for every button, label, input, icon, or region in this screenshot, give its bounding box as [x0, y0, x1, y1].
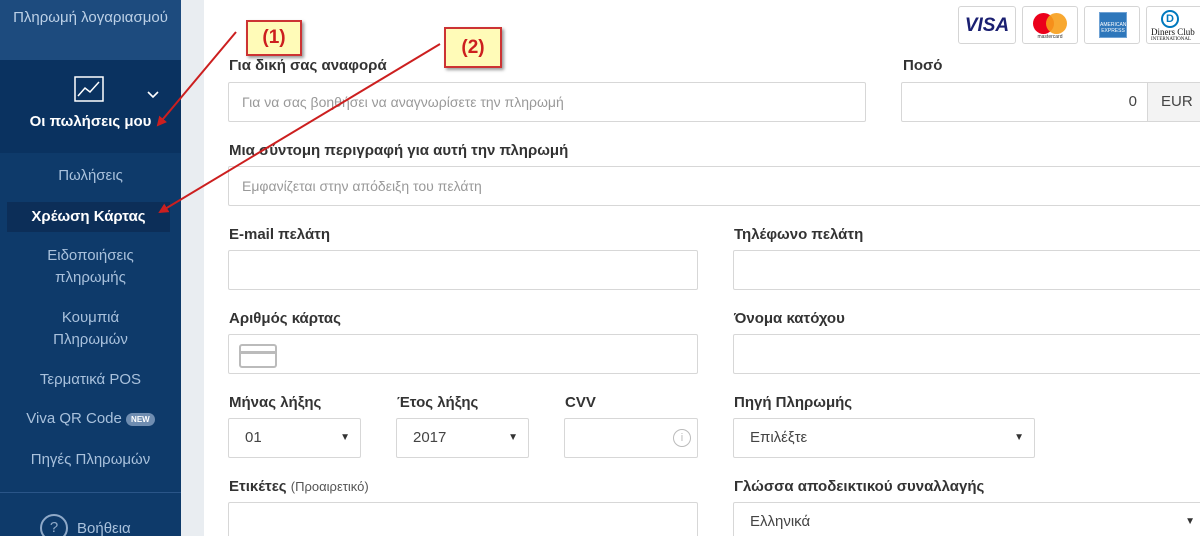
- chevron-down-icon[interactable]: [147, 90, 159, 100]
- mastercard-logo: mastercard: [1022, 6, 1078, 44]
- help-link[interactable]: Βοήθεια: [77, 520, 131, 536]
- callout-2: (2): [444, 27, 502, 68]
- receipt-language-value: Ελληνικά: [750, 513, 811, 530]
- select-caret-icon: ▼: [508, 432, 518, 443]
- sidebar-item-card-charge[interactable]: Χρέωση Κάρτας: [7, 202, 170, 232]
- email-field[interactable]: [228, 250, 698, 290]
- new-badge: NEW: [126, 412, 155, 426]
- info-icon[interactable]: i: [673, 429, 691, 447]
- tags-optional-hint: (Προαιρετικό): [290, 479, 369, 494]
- mastercard-orange-circle: [1046, 13, 1067, 34]
- phone-label: Τηλέφωνο πελάτη: [734, 226, 864, 243]
- select-caret-icon: ▼: [1185, 516, 1195, 527]
- sidebar-item-label: Χρέωση Κάρτας: [31, 208, 146, 225]
- tags-label-text: Ετικέτες: [229, 478, 287, 495]
- holder-name-field[interactable]: [733, 334, 1200, 374]
- exp-month-value: 01: [245, 429, 262, 446]
- currency-addon: EUR: [1147, 83, 1200, 121]
- holder-label: Όνομα κατόχου: [734, 310, 845, 327]
- description-label: Μια σύντομη περιγραφή για αυτή την πληρω…: [229, 142, 569, 159]
- amount-input[interactable]: 0 EUR: [901, 82, 1200, 122]
- sidebar-item-label: Τερματικά POS: [39, 371, 142, 388]
- sidebar-item-payment-sources[interactable]: Πηγές Πληρωμών: [0, 449, 181, 471]
- credit-card-icon: [239, 344, 277, 368]
- sidebar-item-sales[interactable]: Πωλήσεις: [0, 165, 181, 187]
- sidebar-section-my-sales[interactable]: [0, 60, 181, 153]
- sidebar-item-pos-terminals[interactable]: Τερματικά POS: [0, 369, 181, 391]
- sidebar-gutter: [181, 0, 204, 536]
- diners-club-logo: D Diners Club INTERNATIONAL: [1146, 6, 1200, 44]
- select-caret-icon: ▼: [340, 432, 350, 443]
- exp-year-value: 2017: [413, 429, 447, 446]
- exp-year-label: Έτος λήξης: [397, 394, 479, 411]
- select-caret-icon: ▼: [1014, 432, 1024, 443]
- reference-placeholder: Για να σας βοηθήσει να αναγνωρίσετε την …: [242, 94, 564, 110]
- amex-box: AMERICAN EXPRESS: [1099, 12, 1127, 38]
- diners-logo-text: Diners Club: [1151, 27, 1195, 37]
- exp-month-label: Μήνας λήξης: [229, 394, 322, 411]
- sidebar-divider: [0, 492, 181, 493]
- amex-logo: AMERICAN EXPRESS: [1084, 6, 1140, 44]
- sidebar-item-label: Κουμπιά Πληρωμών: [53, 309, 128, 348]
- help-icon[interactable]: ?: [40, 514, 68, 536]
- diners-logo-subtext: INTERNATIONAL: [1151, 37, 1191, 42]
- amex-logo-text: AMERICAN EXPRESS: [1100, 22, 1127, 34]
- payment-source-value: Επιλέξτε: [750, 429, 808, 446]
- diners-mark: D: [1161, 10, 1179, 28]
- mastercard-logo-text: mastercard: [1037, 34, 1063, 40]
- amount-value: 0: [1128, 93, 1137, 110]
- description-input[interactable]: Εμφανίζεται στην απόδειξη του πελάτη: [228, 166, 1200, 206]
- payment-source-label: Πηγή Πληρωμής: [734, 394, 853, 411]
- cvv-label: CVV: [565, 394, 596, 411]
- email-label: E-mail πελάτη: [229, 226, 331, 243]
- exp-month-select[interactable]: 01 ▼: [228, 418, 361, 458]
- reference-label: Για δική σας αναφορά: [229, 57, 387, 74]
- receipt-language-label: Γλώσσα αποδεικτικού συναλλαγής: [734, 478, 985, 495]
- sidebar-item-label: Viva QR Code: [26, 410, 122, 427]
- card-number-field[interactable]: [228, 334, 698, 374]
- receipt-language-select[interactable]: Ελληνικά ▼: [733, 502, 1200, 536]
- sidebar-item-label: Πληρωμή λογαριασμού: [13, 9, 168, 26]
- reference-input[interactable]: Για να σας βοηθήσει να αναγνωρίσετε την …: [228, 82, 866, 122]
- sidebar-item-viva-qr-code[interactable]: Viva QR Code NEW: [0, 408, 181, 430]
- phone-field[interactable]: [733, 250, 1200, 290]
- cvv-field[interactable]: i: [564, 418, 698, 458]
- amount-label: Ποσό: [903, 57, 943, 74]
- sidebar-item-label: Ειδοποιήσεις πληρωμής: [47, 247, 134, 286]
- description-placeholder: Εμφανίζεται στην απόδειξη του πελάτη: [242, 178, 482, 194]
- sidebar-section-label: Οι πωλήσεις μου: [29, 113, 152, 130]
- tags-input[interactable]: [228, 502, 698, 536]
- line-chart-icon: [74, 76, 104, 102]
- sidebar-item-account-payment[interactable]: Πληρωμή λογαριασμού: [0, 0, 181, 60]
- card-number-label: Αριθμός κάρτας: [229, 310, 341, 327]
- visa-logo: VISA: [958, 6, 1016, 44]
- tags-label: Ετικέτες (Προαιρετικό): [229, 478, 369, 495]
- callout-1: (1): [246, 20, 302, 56]
- sidebar-item-label: Πηγές Πληρωμών: [30, 451, 151, 468]
- sidebar-item-payment-buttons[interactable]: Κουμπιά Πληρωμών: [0, 307, 181, 351]
- visa-logo-text: VISA: [964, 15, 1010, 36]
- payment-source-select[interactable]: Επιλέξτε ▼: [733, 418, 1035, 458]
- exp-year-select[interactable]: 2017 ▼: [396, 418, 529, 458]
- sidebar-item-payment-notifications[interactable]: Ειδοποιήσεις πληρωμής: [0, 245, 181, 289]
- sidebar-item-label: Πωλήσεις: [58, 167, 123, 184]
